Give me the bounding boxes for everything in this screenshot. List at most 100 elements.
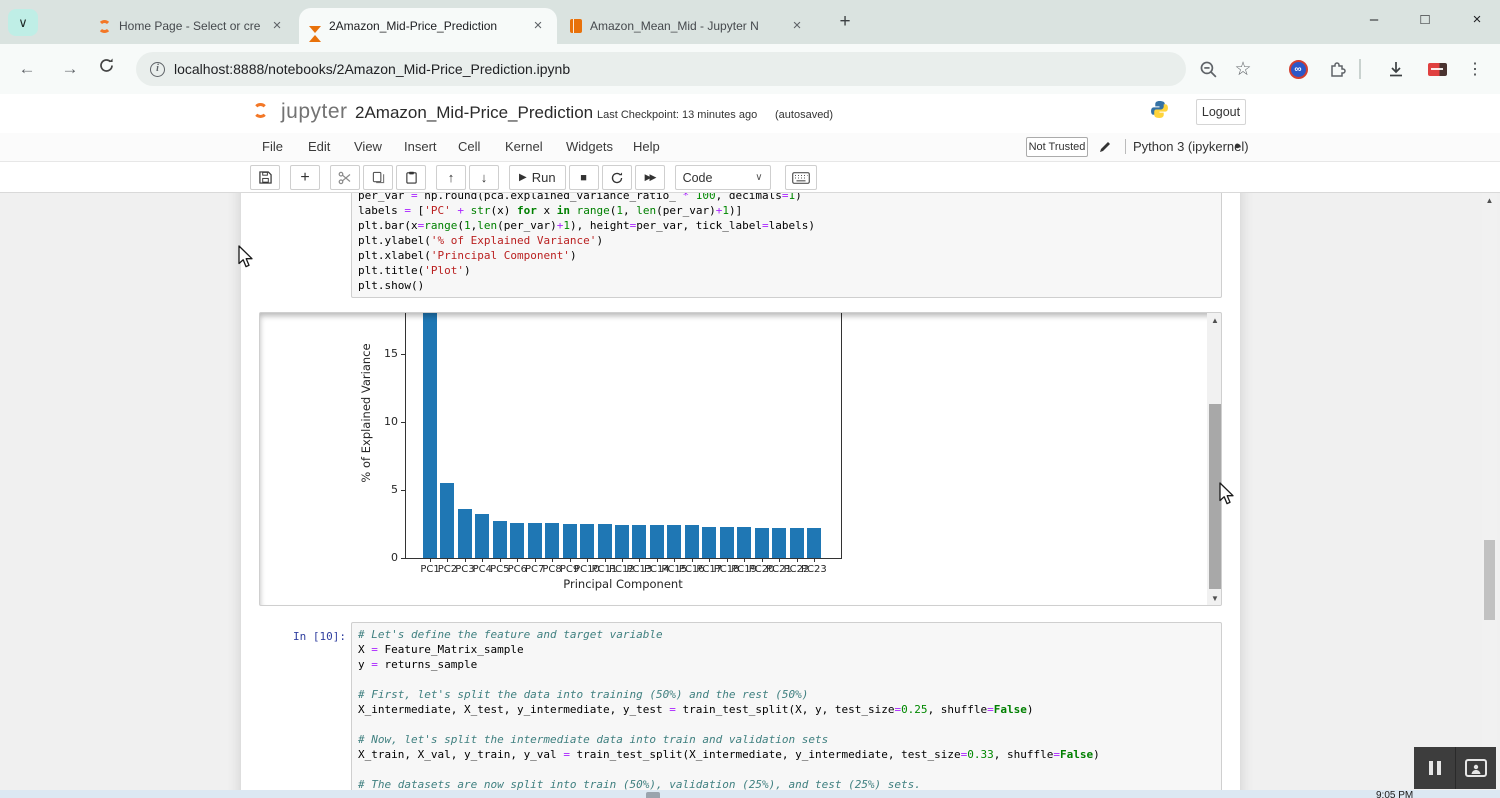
y-tick-label: 5 — [368, 483, 398, 496]
extension-badge-button[interactable] — [1425, 57, 1449, 81]
back-button[interactable]: ← — [13, 55, 41, 83]
paste-cell-button[interactable] — [396, 165, 426, 190]
code-line: plt.title('Plot') — [358, 263, 1215, 278]
scroll-down-icon[interactable]: ▼ — [1207, 591, 1222, 606]
bar-PC15 — [667, 525, 681, 558]
zoom-button[interactable] — [1196, 57, 1220, 81]
bar-PC22 — [790, 528, 804, 558]
tab-search-button[interactable]: ∨ — [8, 9, 38, 36]
menu-help[interactable]: Help — [633, 139, 660, 154]
pause-button[interactable] — [1414, 747, 1455, 789]
minimize-button[interactable]: – — [1351, 0, 1397, 40]
code-line: labels = ['PC' + str(x) for x in range(1… — [358, 203, 1215, 218]
floppy-icon — [259, 171, 272, 184]
x-tick-mark — [587, 559, 588, 562]
hourglass-icon — [309, 26, 321, 33]
reload-button[interactable] — [92, 55, 120, 83]
output-scrollbar[interactable]: ▲ ▼ — [1207, 313, 1222, 606]
run-button[interactable]: ▶ Run — [509, 165, 566, 190]
close-icon[interactable]: × — [268, 17, 286, 35]
tab-mid-price-prediction[interactable]: 2Amazon_Mid-Price_Prediction × — [299, 8, 557, 44]
move-cell-down-button[interactable]: ↓ — [469, 165, 499, 190]
taskbar-app-icon — [646, 792, 660, 798]
extensions-button[interactable] — [1326, 57, 1350, 81]
new-tab-button[interactable]: + — [832, 12, 858, 34]
jupyter-logo-text[interactable]: jupyter — [281, 100, 348, 124]
code-line: # Now, let's split the intermediate data… — [358, 732, 1215, 747]
restart-kernel-button[interactable] — [602, 165, 632, 190]
y-tick-mark — [401, 422, 405, 423]
browser-menu-button[interactable]: ⋮ — [1463, 57, 1487, 81]
add-cell-button[interactable]: + — [290, 165, 320, 190]
notebook-title[interactable]: 2Amazon_Mid-Price_Prediction — [355, 103, 593, 123]
jupyter-logo-icon[interactable] — [253, 103, 268, 118]
close-icon[interactable]: × — [529, 17, 547, 35]
scroll-up-icon[interactable]: ▲ — [1482, 193, 1497, 209]
page-scrollbar[interactable]: ▲ ▼ — [1482, 193, 1497, 790]
bookmark-button[interactable]: ☆ — [1231, 57, 1255, 81]
move-cell-up-button[interactable]: ↑ — [436, 165, 466, 190]
bar-PC18 — [720, 527, 734, 558]
tab-amazon-mean-mid[interactable]: Amazon_Mean_Mid - Jupyter N × — [560, 8, 816, 44]
browser-navbar: ← → i localhost:8888/notebooks/2Amazon_M… — [0, 44, 1500, 94]
code-cell-pca-plot[interactable]: per_var = np.round(pca.explained_varianc… — [351, 193, 1222, 298]
infinity-icon: ∞ — [1289, 60, 1308, 79]
logout-button[interactable]: Logout — [1196, 99, 1246, 125]
tab-home-page[interactable]: Home Page - Select or create a × — [88, 8, 296, 44]
code-line: # Let's define the feature and target va… — [358, 627, 1215, 642]
run-label: Run — [532, 170, 556, 185]
scroll-up-icon[interactable]: ▲ — [1207, 313, 1222, 329]
maximize-button[interactable]: □ — [1402, 0, 1448, 40]
url-bar[interactable]: i localhost:8888/notebooks/2Amazon_Mid-P… — [136, 52, 1186, 86]
code-line — [358, 762, 1215, 777]
menu-view[interactable]: View — [354, 139, 382, 154]
python-logo-icon — [1150, 100, 1169, 124]
bar-PC23 — [807, 528, 821, 558]
extension-infinity-button[interactable]: ∞ — [1286, 57, 1310, 81]
save-button[interactable] — [250, 165, 280, 190]
page-scrollbar-thumb[interactable] — [1484, 540, 1495, 620]
bar-PC5 — [493, 521, 507, 558]
tab-title: Home Page - Select or create a — [119, 19, 260, 33]
restart-run-all-button[interactable]: ▶▶ — [635, 165, 665, 190]
divider — [1359, 59, 1361, 79]
code-line: plt.xlabel('Principal Component') — [358, 248, 1215, 263]
menu-cell[interactable]: Cell — [458, 139, 480, 154]
play-icon: ▶ — [519, 172, 527, 183]
downloads-button[interactable] — [1384, 57, 1408, 81]
cell-type-value: Code — [683, 171, 713, 185]
bar-PC12 — [615, 525, 629, 558]
scissors-icon — [338, 171, 352, 185]
code-cell-train-test-split[interactable]: # Let's define the feature and target va… — [351, 622, 1222, 790]
reload-icon — [98, 57, 115, 74]
menu-insert[interactable]: Insert — [404, 139, 437, 154]
command-palette-button[interactable] — [785, 165, 817, 190]
interrupt-kernel-button[interactable]: ■ — [569, 165, 599, 190]
menu-widgets[interactable]: Widgets — [566, 139, 613, 154]
copy-cell-button[interactable] — [363, 165, 393, 190]
menu-kernel[interactable]: Kernel — [505, 139, 543, 154]
cut-cell-button[interactable] — [330, 165, 360, 190]
close-window-button[interactable]: × — [1454, 0, 1500, 40]
x-tick-label: PC4 — [473, 564, 492, 575]
forward-button[interactable]: → — [56, 55, 84, 83]
close-icon[interactable]: × — [788, 17, 806, 35]
y-axis-spine — [405, 313, 406, 558]
right-spine — [841, 313, 842, 558]
site-info-icon[interactable]: i — [150, 62, 165, 77]
recorder-controls — [1414, 747, 1496, 789]
code-line: plt.ylabel('% of Explained Variance') — [358, 233, 1215, 248]
menu-edit[interactable]: Edit — [308, 139, 330, 154]
checkpoint-status: Last Checkpoint: 13 minutes ago — [597, 109, 757, 121]
cell-type-select[interactable]: Code ∨ — [675, 165, 771, 190]
code-line: # The datasets are now split into train … — [358, 777, 1215, 790]
keyboard-icon — [792, 172, 810, 184]
arrow-up-icon: ↑ — [448, 170, 455, 185]
not-trusted-button[interactable]: Not Trusted — [1026, 137, 1088, 157]
menu-file[interactable]: File — [262, 139, 283, 154]
screen: ∨ Home Page - Select or create a × 2Amaz… — [0, 0, 1500, 798]
red-badge-icon — [1428, 63, 1447, 76]
webcam-pip-button[interactable] — [1455, 747, 1496, 789]
x-tick-mark — [622, 559, 623, 562]
x-tick-mark — [570, 559, 571, 562]
